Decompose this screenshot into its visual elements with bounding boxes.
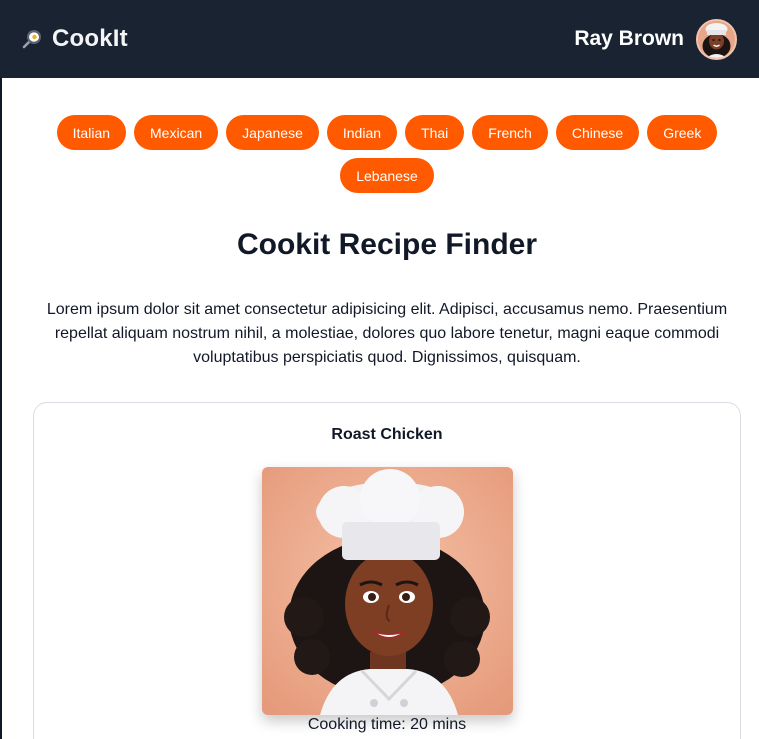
cuisine-filter-chips: Italian Mexican Japanese Indian Thai Fre… xyxy=(30,115,744,193)
avatar[interactable] xyxy=(696,18,737,60)
recipe-card[interactable]: Roast Chicken Cooking time: 20 mins xyxy=(33,402,741,739)
recipe-title: Roast Chicken xyxy=(331,426,443,443)
cuisine-chip-greek[interactable]: Greek xyxy=(647,115,718,150)
cooking-time: Cooking time: 20 mins xyxy=(307,716,467,733)
intro-paragraph: Lorem ipsum dolor sit amet consectetur a… xyxy=(46,301,728,366)
cuisine-chip-chinese[interactable]: Chinese xyxy=(555,115,640,150)
cuisine-chip-indian[interactable]: Indian xyxy=(326,115,398,150)
chef-portrait-image xyxy=(262,467,513,715)
brand-name: CookIt xyxy=(52,25,128,52)
brand-logo[interactable]: CookIt xyxy=(22,25,128,53)
cuisine-chip-italian[interactable]: Italian xyxy=(56,115,127,150)
cuisine-chip-mexican[interactable]: Mexican xyxy=(134,115,219,150)
cuisine-chip-french[interactable]: French xyxy=(472,115,548,150)
top-navbar: CookIt Ray Brown xyxy=(0,0,759,78)
cuisine-chip-thai[interactable]: Thai xyxy=(405,115,465,150)
cuisine-chip-lebanese[interactable]: Lebanese xyxy=(340,158,434,193)
frying-pan-egg-icon xyxy=(22,28,44,50)
user-menu[interactable]: Ray Brown xyxy=(574,18,737,60)
cuisine-chip-japanese[interactable]: Japanese xyxy=(226,115,319,150)
page-title: Cookit Recipe Finder xyxy=(236,228,538,261)
user-name: Ray Brown xyxy=(574,27,684,50)
page-left-border xyxy=(0,78,2,739)
